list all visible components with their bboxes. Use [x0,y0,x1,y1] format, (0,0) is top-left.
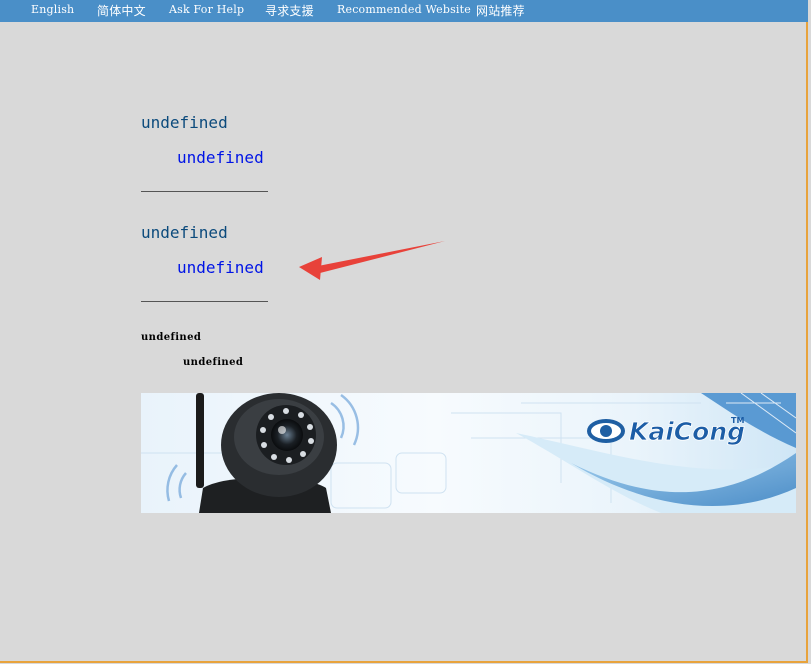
kaicong-logo: KaiCong TM [587,416,746,446]
kaicong-banner: KaiCong TM [141,393,796,513]
divider [141,301,268,302]
section2-link[interactable]: undefined [177,258,264,277]
section1-heading: undefined [141,113,228,132]
section3-link[interactable]: undefined [183,357,243,368]
divider [141,191,268,192]
section1-link[interactable]: undefined [177,148,264,167]
nav-recommended-website[interactable]: Recommended Website [337,3,471,16]
top-navigation: English 简体中文 Ask For Help 寻求支援 Recommend… [0,0,808,22]
nav-ask-for-help[interactable]: Ask For Help [169,3,244,16]
nav-recommended-website-chinese[interactable]: 网站推荐 [476,2,525,19]
red-arrow-annotation [299,241,445,280]
banner-brand-text: KaiCong [629,417,745,446]
page-frame [0,0,808,663]
section2-heading: undefined [141,223,228,242]
nav-english[interactable]: English [31,3,74,16]
section3-heading: undefined [141,332,202,343]
nav-simplified-chinese[interactable]: 简体中文 [97,2,146,19]
nav-ask-for-help-chinese[interactable]: 寻求支援 [265,2,314,19]
banner-image: KaiCong TM [141,393,796,513]
trademark-mark: TM [731,416,744,425]
